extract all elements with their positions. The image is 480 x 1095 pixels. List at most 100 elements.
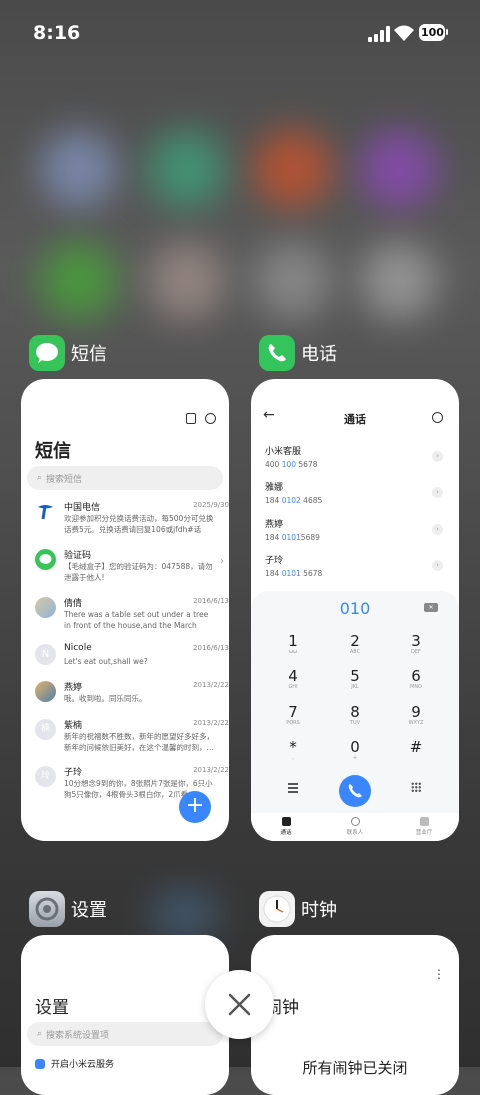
backspace-icon[interactable]: ✕ <box>424 603 438 612</box>
clock-time: 8:16 <box>33 22 81 44</box>
contact-number: 184 0101 5678 <box>265 569 323 578</box>
phone-app-icon <box>259 335 295 371</box>
store-icon <box>419 817 429 826</box>
app-header-messages[interactable]: 短信 <box>29 335 107 371</box>
contact-name: 子玲 <box>265 556 284 566</box>
thread-name: 子玲 <box>64 768 83 778</box>
chat-bubble-icon <box>35 549 56 570</box>
chevron-right-icon[interactable]: › <box>432 487 443 498</box>
wifi-icon <box>394 25 414 41</box>
app-header-clock[interactable]: 时钟 <box>259 891 337 927</box>
chevron-right-icon[interactable]: › <box>432 524 443 535</box>
chevron-right-icon[interactable]: › <box>432 451 443 462</box>
keypad-grid-icon[interactable] <box>411 782 421 792</box>
settings-icon[interactable] <box>205 413 216 424</box>
thread-name: 燕婷 <box>64 683 83 693</box>
dial-key-5[interactable]: 5 JKL <box>335 668 375 690</box>
telecom-logo-icon <box>35 501 56 522</box>
dial-key-8[interactable]: 8 TUV <box>335 704 375 726</box>
app-label-phone: 电话 <box>301 344 337 365</box>
messages-card[interactable]: 短信 ⌕ 搜索短信 中国电信 2025/9/30 欢迎参加积分兑换话费活动，每5… <box>21 379 229 841</box>
contact-number: 184 0102 4685 <box>265 496 323 505</box>
search-placeholder: 搜索系统设置项 <box>46 1030 110 1041</box>
search-input[interactable]: ⌕ 搜索短信 <box>27 466 223 490</box>
dial-key-4[interactable]: 4 GHI <box>273 668 313 690</box>
signal-icon <box>368 26 390 42</box>
thread-preview: 欢迎参加积分兑换话费活动，每500分可兑换话费5元。兑换话费请回复106或jfd… <box>64 514 214 534</box>
battery-icon: 100 <box>419 24 445 41</box>
thread-date: 2016/6/13 <box>193 597 229 605</box>
thread-preview: Let's eat out,shall we? <box>64 657 148 666</box>
avatar: 楠 <box>35 719 56 740</box>
contact-number: 184 01015689 <box>265 533 320 542</box>
status-bar: 8:16 100 <box>0 0 480 68</box>
mark-read-icon[interactable] <box>186 413 196 424</box>
list-item[interactable]: 开启小米云服务 <box>35 1057 114 1070</box>
settings-icon[interactable] <box>432 412 443 423</box>
thread-preview: 新年的祝福数不胜数，新年的愿望好多好多，新年的问候依旧美好，在这个温馨的时刻，… <box>64 732 214 752</box>
phone-tab-icon <box>281 817 291 826</box>
contact-row[interactable]: 子玲 184 0101 5678 › <box>265 553 445 578</box>
person-icon <box>350 817 360 826</box>
thread-date: 2016/6/13 <box>193 644 229 652</box>
dial-key-6[interactable]: 6 MNO <box>396 668 436 690</box>
settings-card[interactable]: 设置 ⌕ 搜索系统设置项 开启小米云服务 <box>21 935 229 1095</box>
contact-name: 小米客服 <box>265 447 302 457</box>
thread-name: 中国电信 <box>64 503 101 513</box>
page-title: 通话 <box>344 413 366 426</box>
app-header-phone[interactable]: 电话 <box>259 335 337 371</box>
avatar <box>35 597 56 618</box>
clock-card[interactable]: ⋮ 闹钟 所有闹钟已关闭 <box>251 935 459 1095</box>
phone-icon <box>348 784 362 798</box>
search-placeholder: 搜索短信 <box>46 474 83 485</box>
call-button[interactable] <box>339 775 371 807</box>
dial-key-2[interactable]: 2 ABC <box>335 633 375 655</box>
battery-tip <box>446 29 448 35</box>
dial-key-3[interactable]: 3 DEF <box>396 633 436 655</box>
thread-date: 2013/2/22 <box>193 719 229 727</box>
contact-row[interactable]: 小米客服 400 100 5678 › <box>265 444 445 469</box>
menu-icon[interactable] <box>288 783 298 793</box>
thread-preview: There was a table set out under a tree i… <box>64 610 209 630</box>
dial-key-0[interactable]: 0 + <box>335 739 375 761</box>
search-input[interactable]: ⌕ 搜索系统设置项 <box>27 1022 223 1046</box>
thread-name: 验证码 <box>64 551 92 561</box>
messages-app-icon <box>29 335 65 371</box>
bottom-tab-bar: 通话 联系人 营业厅 <box>251 813 459 841</box>
contact-name: 雅娜 <box>265 483 284 493</box>
dial-key-hash[interactable]: # <box>396 739 436 755</box>
app-header-settings[interactable]: 设置 <box>29 891 107 927</box>
contact-row[interactable]: 燕婷 184 01015689 › <box>265 517 445 542</box>
empty-state-text: 所有闹钟已关闭 <box>302 1059 408 1077</box>
contact-row[interactable]: 雅娜 184 0102 4685 › <box>265 480 445 505</box>
avatar: N <box>35 644 56 665</box>
page-title: 设置 <box>35 998 69 1018</box>
app-label-settings: 设置 <box>71 900 107 921</box>
thread-date: 2013/2/22 <box>193 681 229 689</box>
close-icon <box>228 993 251 1016</box>
thread-date: 2013/2/22 <box>193 766 229 774</box>
thread-preview: 【毛绒盒子】您的验证码为：047588，请勿泄露于他人! <box>64 562 213 582</box>
chevron-right-icon[interactable]: › <box>432 560 443 571</box>
search-icon: ⌕ <box>37 473 43 483</box>
dialpad: 010 ✕ 1 ωω 2 ABC 3 DEF 4 GHI 5 JKL 6 MNO 7 PQRS… <box>251 591 459 841</box>
thread-name: Nicole <box>64 643 92 653</box>
tab-contacts[interactable]: 联系人 <box>325 817 385 836</box>
dial-key-star[interactable]: *, <box>273 739 313 761</box>
dial-key-9[interactable]: 9 WXYZ <box>396 704 436 726</box>
new-message-button[interactable]: + <box>179 791 211 823</box>
cloud-icon <box>35 1058 45 1069</box>
settings-app-icon <box>29 891 65 927</box>
dial-key-7[interactable]: 7 PQRS <box>273 704 313 726</box>
tab-calls[interactable]: 通话 <box>256 817 316 836</box>
clear-all-button[interactable] <box>205 970 274 1039</box>
avatar: 玲 <box>35 766 56 787</box>
contact-number: 400 100 5678 <box>265 460 318 469</box>
tab-store[interactable]: 营业厅 <box>394 817 454 836</box>
thread-name: 倩倩 <box>64 599 83 609</box>
thread-date: 2025/9/30 <box>193 501 229 509</box>
app-label-messages: 短信 <box>71 344 107 365</box>
phone-card[interactable]: ← 通话 小米客服 400 100 5678 › 雅娜 184 0102 468… <box>251 379 459 841</box>
dial-key-1[interactable]: 1 ωω <box>273 633 313 655</box>
more-icon[interactable]: ⋮ <box>433 967 445 981</box>
